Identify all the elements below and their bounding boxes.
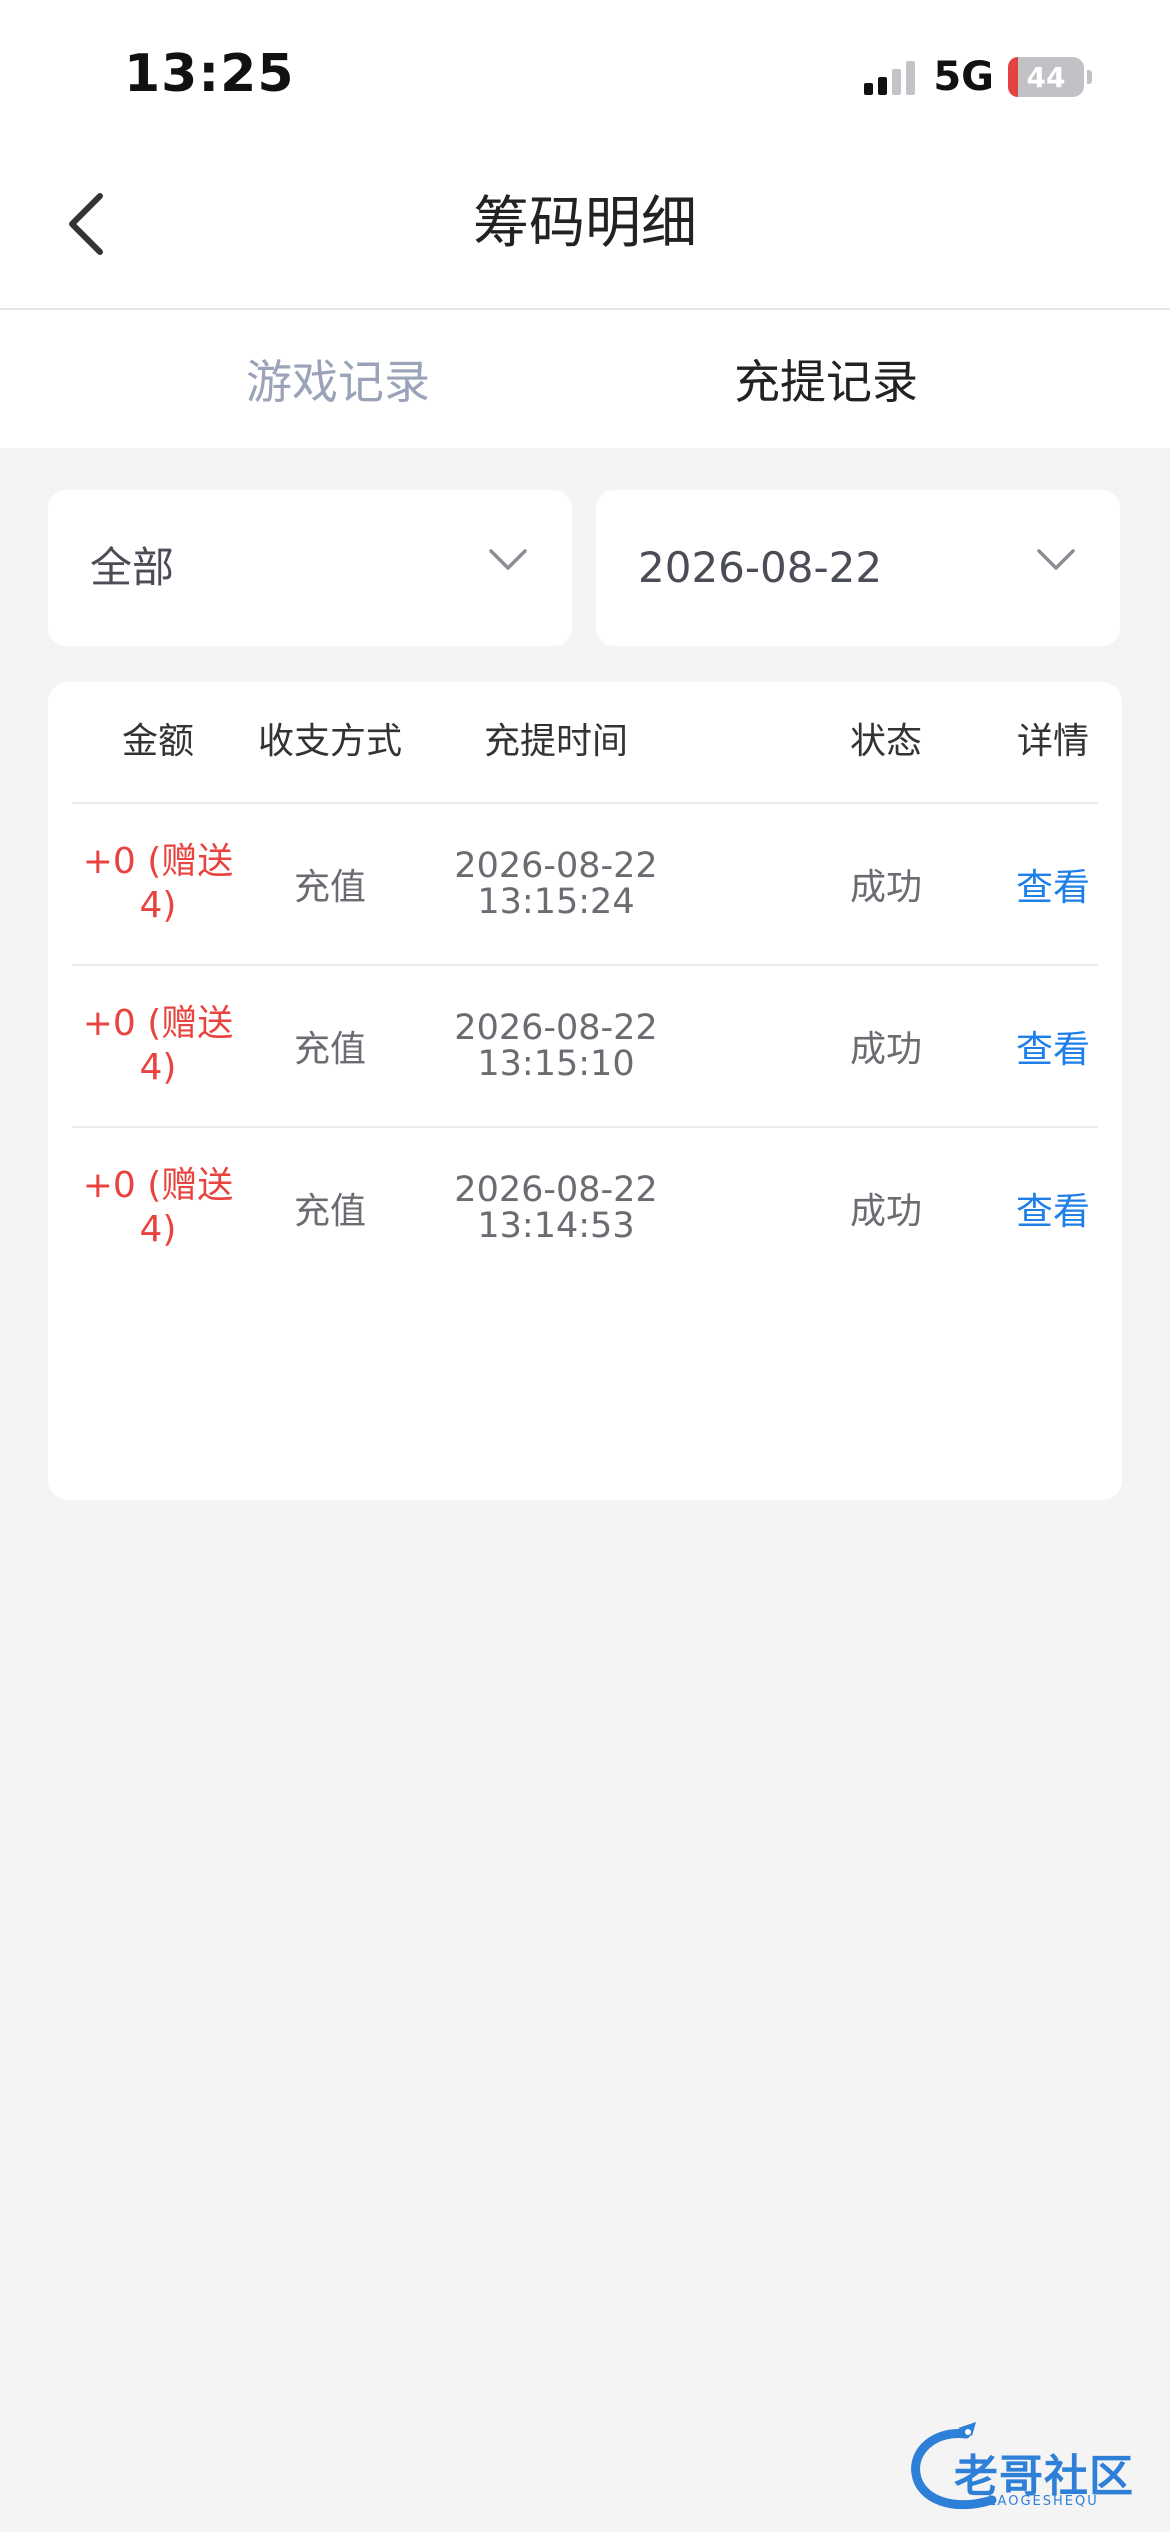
- tab-recharge-records[interactable]: 充提记录: [734, 346, 918, 418]
- type-filter-value: 全部: [90, 543, 175, 592]
- time-cell: 2026-08-22 13:15:24: [416, 804, 696, 964]
- amount-line: 4): [139, 1047, 177, 1088]
- status-cell: 成功: [849, 1029, 922, 1070]
- battery-level: [1008, 57, 1018, 97]
- signal-icon: [859, 59, 916, 95]
- method-cell: 充值: [293, 1029, 366, 1070]
- type-filter-select[interactable]: 全部: [48, 490, 572, 646]
- time-clock: 13:15:24: [477, 882, 635, 922]
- amount-value: +0 (赠送 4): [78, 1002, 238, 1090]
- watermark-logo: 老哥社区 LAOGESHEQU: [906, 2420, 1156, 2520]
- header-status: 状态: [849, 721, 922, 762]
- amount-value: +0 (赠送 4): [78, 1164, 238, 1252]
- records-table: 金额 收支方式 充提时间 状态 详情 +0 (赠送 4) 充值 2026-08-…: [48, 682, 1122, 1500]
- page-title: 筹码明细: [473, 191, 697, 256]
- time-cell: 2026-08-22 13:14:53: [416, 1128, 696, 1288]
- battery-percent: 44: [1026, 60, 1066, 94]
- battery-cap: [1087, 70, 1092, 84]
- status-time: 13:25: [124, 44, 295, 104]
- time-clock: 13:14:53: [477, 1206, 635, 1246]
- amount-value: +0 (赠送 4): [78, 840, 238, 928]
- chevron-left-icon: [69, 193, 103, 255]
- nav-divider: [0, 308, 1170, 310]
- header-time: 充提时间: [483, 721, 628, 762]
- time-date: 2026-08-22: [454, 1170, 658, 1210]
- time-clock: 13:15:10: [477, 1044, 635, 1084]
- view-detail-link[interactable]: 查看: [976, 804, 1130, 964]
- amount-cell: +0 (赠送 4): [72, 1128, 244, 1288]
- time-cell: 2026-08-22 13:15:10: [416, 966, 696, 1126]
- table-row: +0 (赠送 4) 充值 2026-08-22 13:15:24 成功 查看: [72, 804, 1098, 966]
- amount-cell: +0 (赠送 4): [72, 966, 244, 1126]
- time-date: 2026-08-22: [454, 1008, 658, 1048]
- view-detail-link[interactable]: 查看: [976, 966, 1130, 1126]
- chevron-down-icon: [1037, 549, 1075, 570]
- date-filter-value: 2026-08-22: [638, 543, 883, 592]
- network-label: 5G: [933, 54, 994, 100]
- status-cell: 成功: [849, 1191, 922, 1232]
- header-detail: 详情: [1016, 721, 1089, 762]
- amount-cell: +0 (赠送 4): [72, 804, 244, 964]
- header-method: 收支方式: [257, 721, 402, 762]
- amount-line: 4): [139, 885, 177, 926]
- battery-icon: 44: [1008, 57, 1084, 97]
- method-cell: 充值: [293, 1191, 366, 1232]
- amount-line: 4): [139, 1209, 177, 1250]
- table-row: +0 (赠送 4) 充值 2026-08-22 13:15:10 成功 查看: [72, 966, 1098, 1128]
- status-cell: 成功: [849, 867, 922, 908]
- amount-line: +0 (赠送: [82, 1165, 234, 1206]
- view-detail-link[interactable]: 查看: [976, 1128, 1130, 1288]
- watermark-subtext: LAOGESHEQU: [988, 2494, 1099, 2509]
- amount-line: +0 (赠送: [82, 1003, 234, 1044]
- date-filter-select[interactable]: 2026-08-22: [596, 490, 1120, 646]
- header-amount: 金额: [121, 721, 194, 762]
- tab-game-records[interactable]: 游戏记录: [246, 346, 430, 418]
- back-button[interactable]: [56, 186, 116, 262]
- method-cell: 充值: [293, 867, 366, 908]
- table-header: 金额 收支方式 充提时间 状态 详情: [72, 682, 1098, 804]
- header-area: 13:25 5G 44 筹码明细 游戏记录 充提记录: [0, 0, 1170, 448]
- time-date: 2026-08-22: [454, 846, 658, 886]
- table-row: +0 (赠送 4) 充值 2026-08-22 13:14:53 成功 查看: [72, 1128, 1098, 1288]
- chevron-down-icon: [489, 549, 527, 570]
- amount-line: +0 (赠送: [82, 841, 234, 882]
- status-indicators: 5G 44: [859, 52, 1092, 102]
